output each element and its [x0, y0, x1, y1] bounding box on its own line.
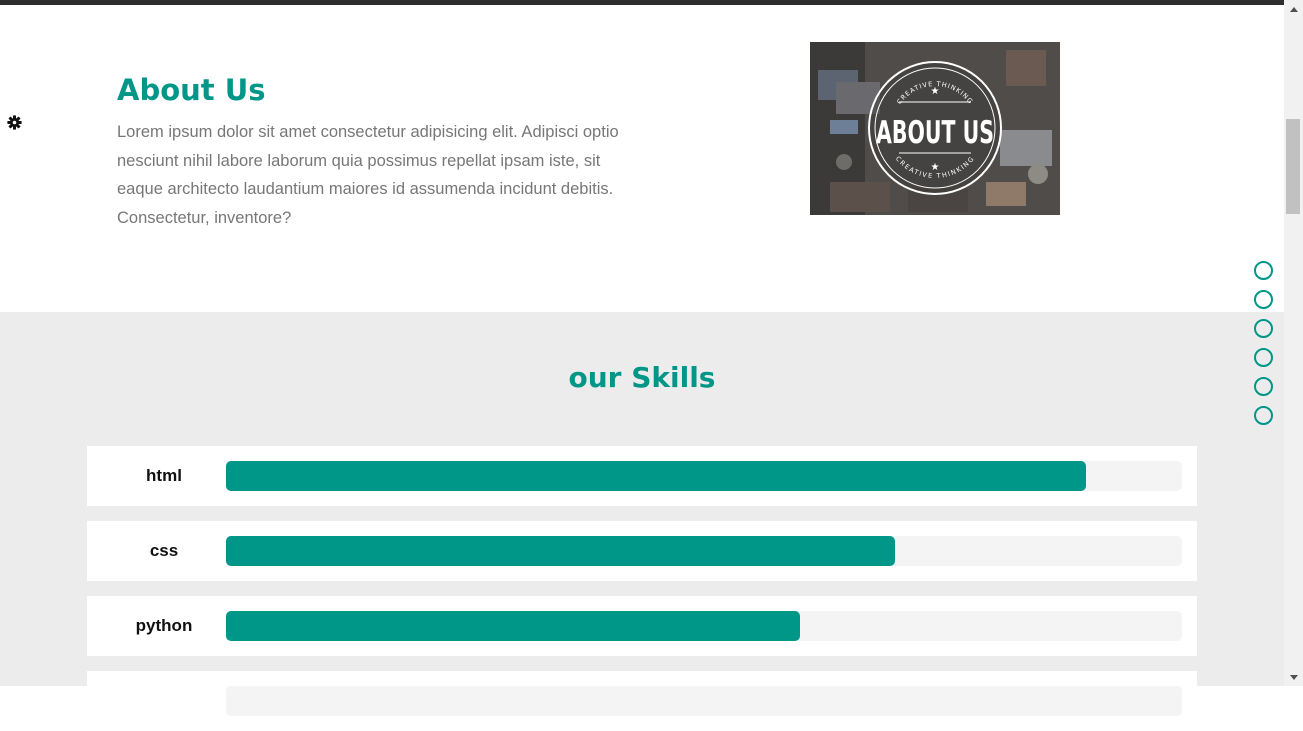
skill-row: python [87, 596, 1197, 656]
badge-star-top-icon: ★ [931, 86, 940, 97]
badge-main-text: ABOUT US [876, 115, 994, 151]
skill-name: html [146, 466, 182, 485]
nav-bullet[interactable] [1254, 348, 1273, 367]
skill-row: html [87, 446, 1197, 506]
skills-title: our Skills [568, 361, 716, 394]
nav-bullet[interactable] [1254, 406, 1273, 425]
scrollbar-thumb[interactable] [1286, 119, 1300, 214]
skill-progress-track [226, 686, 1182, 716]
skill-row [87, 671, 1197, 731]
scroll-down-arrow-icon[interactable] [1290, 675, 1298, 680]
about-image: CREATIVE THINKING CREATIVE THINKING ★ ★ … [810, 42, 1060, 215]
nav-bullet[interactable] [1254, 290, 1273, 309]
nav-bullet[interactable] [1254, 319, 1273, 338]
badge-star-bottom-icon: ★ [931, 162, 940, 173]
scroll-up-arrow-icon[interactable] [1290, 7, 1298, 12]
about-title: About Us [117, 73, 266, 107]
skill-progress-track [226, 461, 1182, 491]
skill-name: python [135, 616, 193, 635]
nav-bullet[interactable] [1254, 377, 1273, 396]
about-section: About Us Lorem ipsum dolor sit amet cons… [0, 5, 1284, 312]
skill-row: css [87, 521, 1197, 581]
skill-progress-track [226, 536, 1182, 566]
skill-name: css [149, 541, 179, 560]
gear-icon[interactable] [7, 115, 22, 130]
nav-bullet[interactable] [1254, 261, 1273, 280]
skill-name [87, 671, 241, 731]
skill-progress-fill [226, 611, 800, 641]
skill-progress-fill [226, 461, 1087, 491]
about-text: Lorem ipsum dolor sit amet consectetur a… [117, 123, 619, 227]
skill-progress-track [226, 611, 1182, 641]
skill-progress-fill [226, 536, 896, 566]
skills-section: our Skills html css python [0, 312, 1284, 731]
side-nav-bullets [1254, 261, 1276, 435]
vertical-scrollbar[interactable] [1284, 0, 1303, 686]
